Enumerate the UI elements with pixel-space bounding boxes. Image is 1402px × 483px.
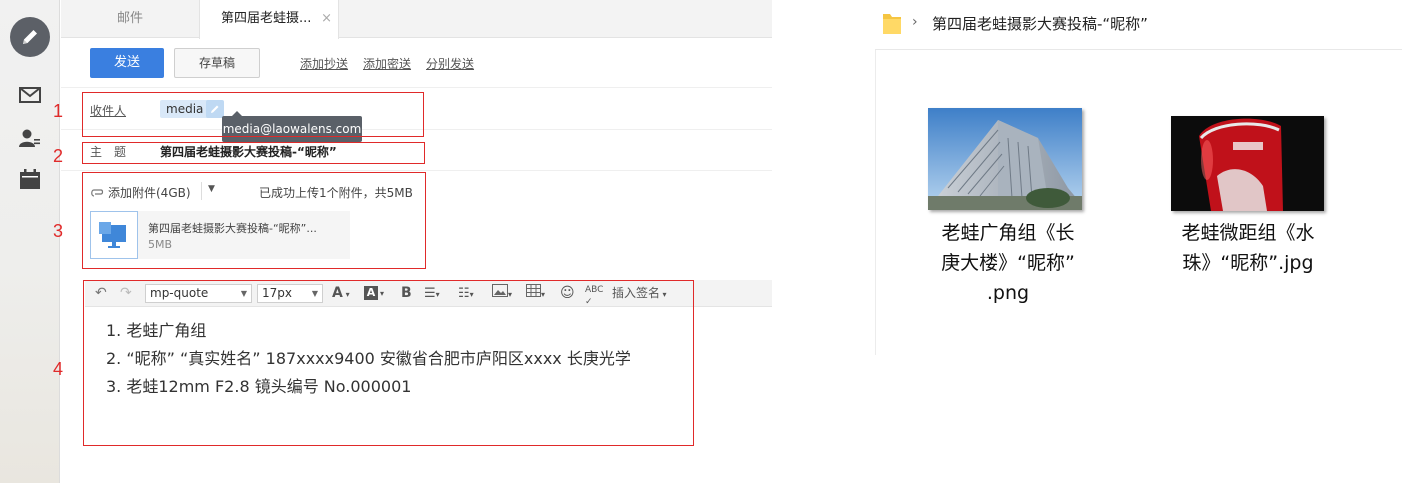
chevron-right-icon[interactable]: ›	[912, 14, 918, 30]
separate-send-link[interactable]: 分别发送	[426, 55, 474, 72]
file-thumbnail-building[interactable]	[928, 108, 1082, 210]
tab-compose[interactable]: 第四届老蛙摄... ×	[199, 0, 339, 39]
file-name-can[interactable]: 老蛙微距组《水 珠》“昵称”.jpg	[1163, 218, 1333, 278]
divider	[875, 50, 876, 355]
send-button[interactable]: 发送	[90, 48, 164, 78]
address-bar: › 第四届老蛙摄影大赛投稿-“昵称”	[875, 0, 1402, 50]
annotation-number-2: 2	[53, 146, 64, 166]
file-explorer: › 第四届老蛙摄影大赛投稿-“昵称” 老蛙广角组《长 庚大楼》“昵称” .png	[875, 0, 1402, 483]
file-name-building[interactable]: 老蛙广角组《长 庚大楼》“昵称” .png	[923, 218, 1093, 308]
calendar-icon[interactable]	[19, 169, 41, 189]
breadcrumb[interactable]: 第四届老蛙摄影大赛投稿-“昵称”	[932, 13, 1148, 34]
tab-bar: 邮件 第四届老蛙摄... ×	[61, 0, 772, 39]
annotation-number-1: 1	[53, 101, 64, 121]
annotation-box-1	[82, 92, 424, 137]
annotation-box-2	[82, 142, 425, 164]
file-thumbnail-can[interactable]	[1171, 116, 1324, 211]
mail-icon[interactable]	[19, 85, 41, 105]
contacts-icon[interactable]	[19, 128, 41, 148]
file-name-line: 庚大楼》“昵称”	[941, 252, 1075, 274]
close-icon[interactable]: ×	[321, 0, 332, 38]
annotation-box-3	[82, 172, 426, 269]
annotation-number-3: 3	[53, 221, 64, 241]
compose-pencil-icon[interactable]	[10, 17, 50, 57]
annotation-number-4: 4	[53, 359, 64, 379]
file-name-line: .png	[986, 282, 1030, 304]
annotation-box-4	[83, 280, 694, 446]
file-name-line: 老蛙微距组《水	[1181, 222, 1315, 244]
tab-compose-label: 第四届老蛙摄...	[221, 11, 312, 26]
file-name-line: 老蛙广角组《长	[941, 222, 1075, 244]
save-draft-button[interactable]: 存草稿	[174, 48, 260, 78]
left-rail	[0, 0, 60, 483]
folder-icon	[883, 14, 901, 34]
tab-mail[interactable]: 邮件	[61, 0, 199, 38]
file-name-line: 珠》“昵称”.jpg	[1182, 252, 1314, 274]
add-bcc-link[interactable]: 添加密送	[363, 55, 411, 72]
add-cc-link[interactable]: 添加抄送	[300, 55, 348, 72]
compose-toolbar: 发送 存草稿 添加抄送 添加密送 分别发送	[61, 38, 772, 88]
